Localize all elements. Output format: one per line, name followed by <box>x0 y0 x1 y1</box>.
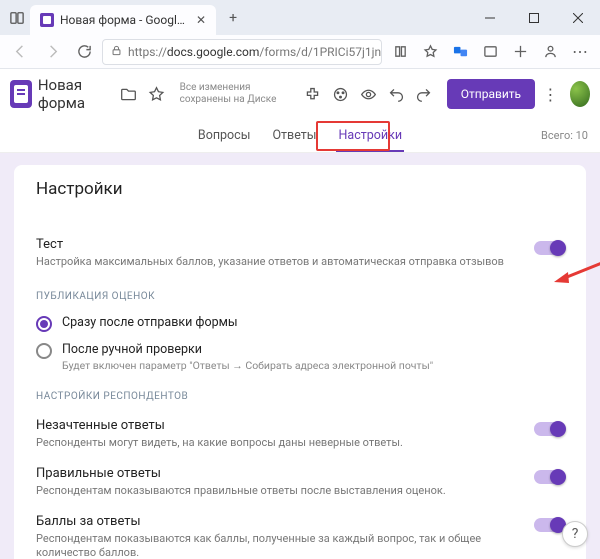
window-controls <box>468 0 600 35</box>
collections-icon[interactable] <box>506 38 534 66</box>
url-input[interactable]: https://docs.google.com/forms/d/1PRICi57… <box>102 39 382 65</box>
form-title[interactable]: Новая форма <box>38 76 112 112</box>
correct-row: Правильные ответы Респондентам показываю… <box>36 458 564 506</box>
extensions-icon[interactable] <box>476 38 504 66</box>
address-bar: https://docs.google.com/forms/d/1PRICi57… <box>0 35 600 69</box>
tab-actions-icon[interactable] <box>4 5 30 31</box>
annotation-highlight-box <box>316 121 390 151</box>
radio-manual[interactable] <box>36 343 52 359</box>
section-publish-label: ПУБЛИКАЦИЯ ОЦЕНОК <box>36 291 564 302</box>
forms-header: Новая форма Все изменения сохранены на Д… <box>0 69 600 119</box>
quiz-desc: Настройка максимальных баллов, указание … <box>36 255 522 269</box>
window-titlebar: Новая форма - Google Формы ✕ + <box>0 0 600 35</box>
radio-manual-row[interactable]: После ручной проверки Будет включен пара… <box>36 337 564 377</box>
radio-manual-label: После ручной проверки <box>62 342 433 357</box>
browser-tab[interactable]: Новая форма - Google Формы ✕ <box>30 5 216 35</box>
tab-responses[interactable]: Ответы <box>272 119 316 152</box>
form-tabs: Вопросы Ответы Настройки Всего: 10 <box>0 119 600 153</box>
lock-icon <box>111 45 122 59</box>
account-avatar[interactable] <box>570 81 590 107</box>
window-close-button[interactable] <box>556 0 600 35</box>
annotation-arrow-icon <box>554 259 600 289</box>
quiz-title: Тест <box>36 237 522 252</box>
window-maximize-button[interactable] <box>512 0 556 35</box>
missed-row: Незачтенные ответы Респонденты могут вид… <box>36 410 564 458</box>
quiz-toggle[interactable] <box>534 241 564 255</box>
missed-desc: Респонденты могут видеть, на какие вопро… <box>36 436 522 450</box>
star-icon[interactable] <box>146 80 168 108</box>
settings-content: Настройки Тест Настройка максимальных ба… <box>0 153 600 559</box>
send-button[interactable]: Отправить <box>447 79 535 109</box>
move-to-folder-icon[interactable] <box>118 80 140 108</box>
preview-icon[interactable] <box>357 80 379 108</box>
points-row: Баллы за ответы Респондентам показываютс… <box>36 506 564 559</box>
quiz-row: Тест Настройка максимальных баллов, указ… <box>36 229 564 277</box>
points-title: Баллы за ответы <box>36 514 522 529</box>
url-text: https://docs.google.com/forms/d/1PRICi57… <box>128 45 382 59</box>
missed-title: Незачтенные ответы <box>36 418 522 433</box>
theme-icon[interactable] <box>329 80 351 108</box>
section-respondent-label: НАСТРОЙКИ РЕСПОНДЕНТОВ <box>36 391 564 402</box>
correct-toggle[interactable] <box>534 470 564 484</box>
favorite-icon[interactable] <box>416 38 444 66</box>
browser-menu-button[interactable]: ⋯ <box>566 38 594 66</box>
page-title: Настройки <box>36 179 564 199</box>
help-button[interactable]: ? <box>562 521 588 547</box>
undo-icon[interactable] <box>385 80 407 108</box>
radio-immediate[interactable] <box>36 316 52 332</box>
browser-tab-title: Новая форма - Google Формы <box>60 13 190 27</box>
forms-logo-icon[interactable] <box>10 80 32 108</box>
addons-icon[interactable] <box>302 80 324 108</box>
new-tab-button[interactable]: + <box>220 5 246 31</box>
nav-back-button[interactable] <box>6 38 34 66</box>
missed-toggle[interactable] <box>534 422 564 436</box>
redo-icon[interactable] <box>413 80 435 108</box>
radio-immediate-row[interactable]: Сразу после отправки формы <box>36 310 564 337</box>
points-desc: Респондентам показываются как баллы, пол… <box>36 532 522 559</box>
correct-title: Правильные ответы <box>36 466 522 481</box>
translate-icon[interactable] <box>446 38 474 66</box>
account-icon[interactable] <box>536 38 564 66</box>
tab-questions[interactable]: Вопросы <box>198 119 251 152</box>
reading-mode-icon[interactable] <box>386 38 414 66</box>
google-forms-favicon-icon <box>40 13 54 27</box>
window-minimize-button[interactable] <box>468 0 512 35</box>
correct-desc: Респондентам показываются правильные отв… <box>36 484 522 498</box>
radio-immediate-label: Сразу после отправки формы <box>62 315 238 330</box>
total-points: Всего: 10 <box>541 129 588 142</box>
nav-refresh-button[interactable] <box>70 38 98 66</box>
settings-card: Настройки Тест Настройка максимальных ба… <box>14 165 586 559</box>
radio-manual-desc: Будет включен параметр "Ответы → Собират… <box>62 359 433 372</box>
more-menu-button[interactable]: ⋮ <box>541 85 560 104</box>
nav-forward-button[interactable] <box>38 38 66 66</box>
points-toggle[interactable] <box>534 518 564 532</box>
save-status: Все изменения сохранены на Диске <box>180 82 290 106</box>
tab-close-icon[interactable]: ✕ <box>196 13 206 27</box>
